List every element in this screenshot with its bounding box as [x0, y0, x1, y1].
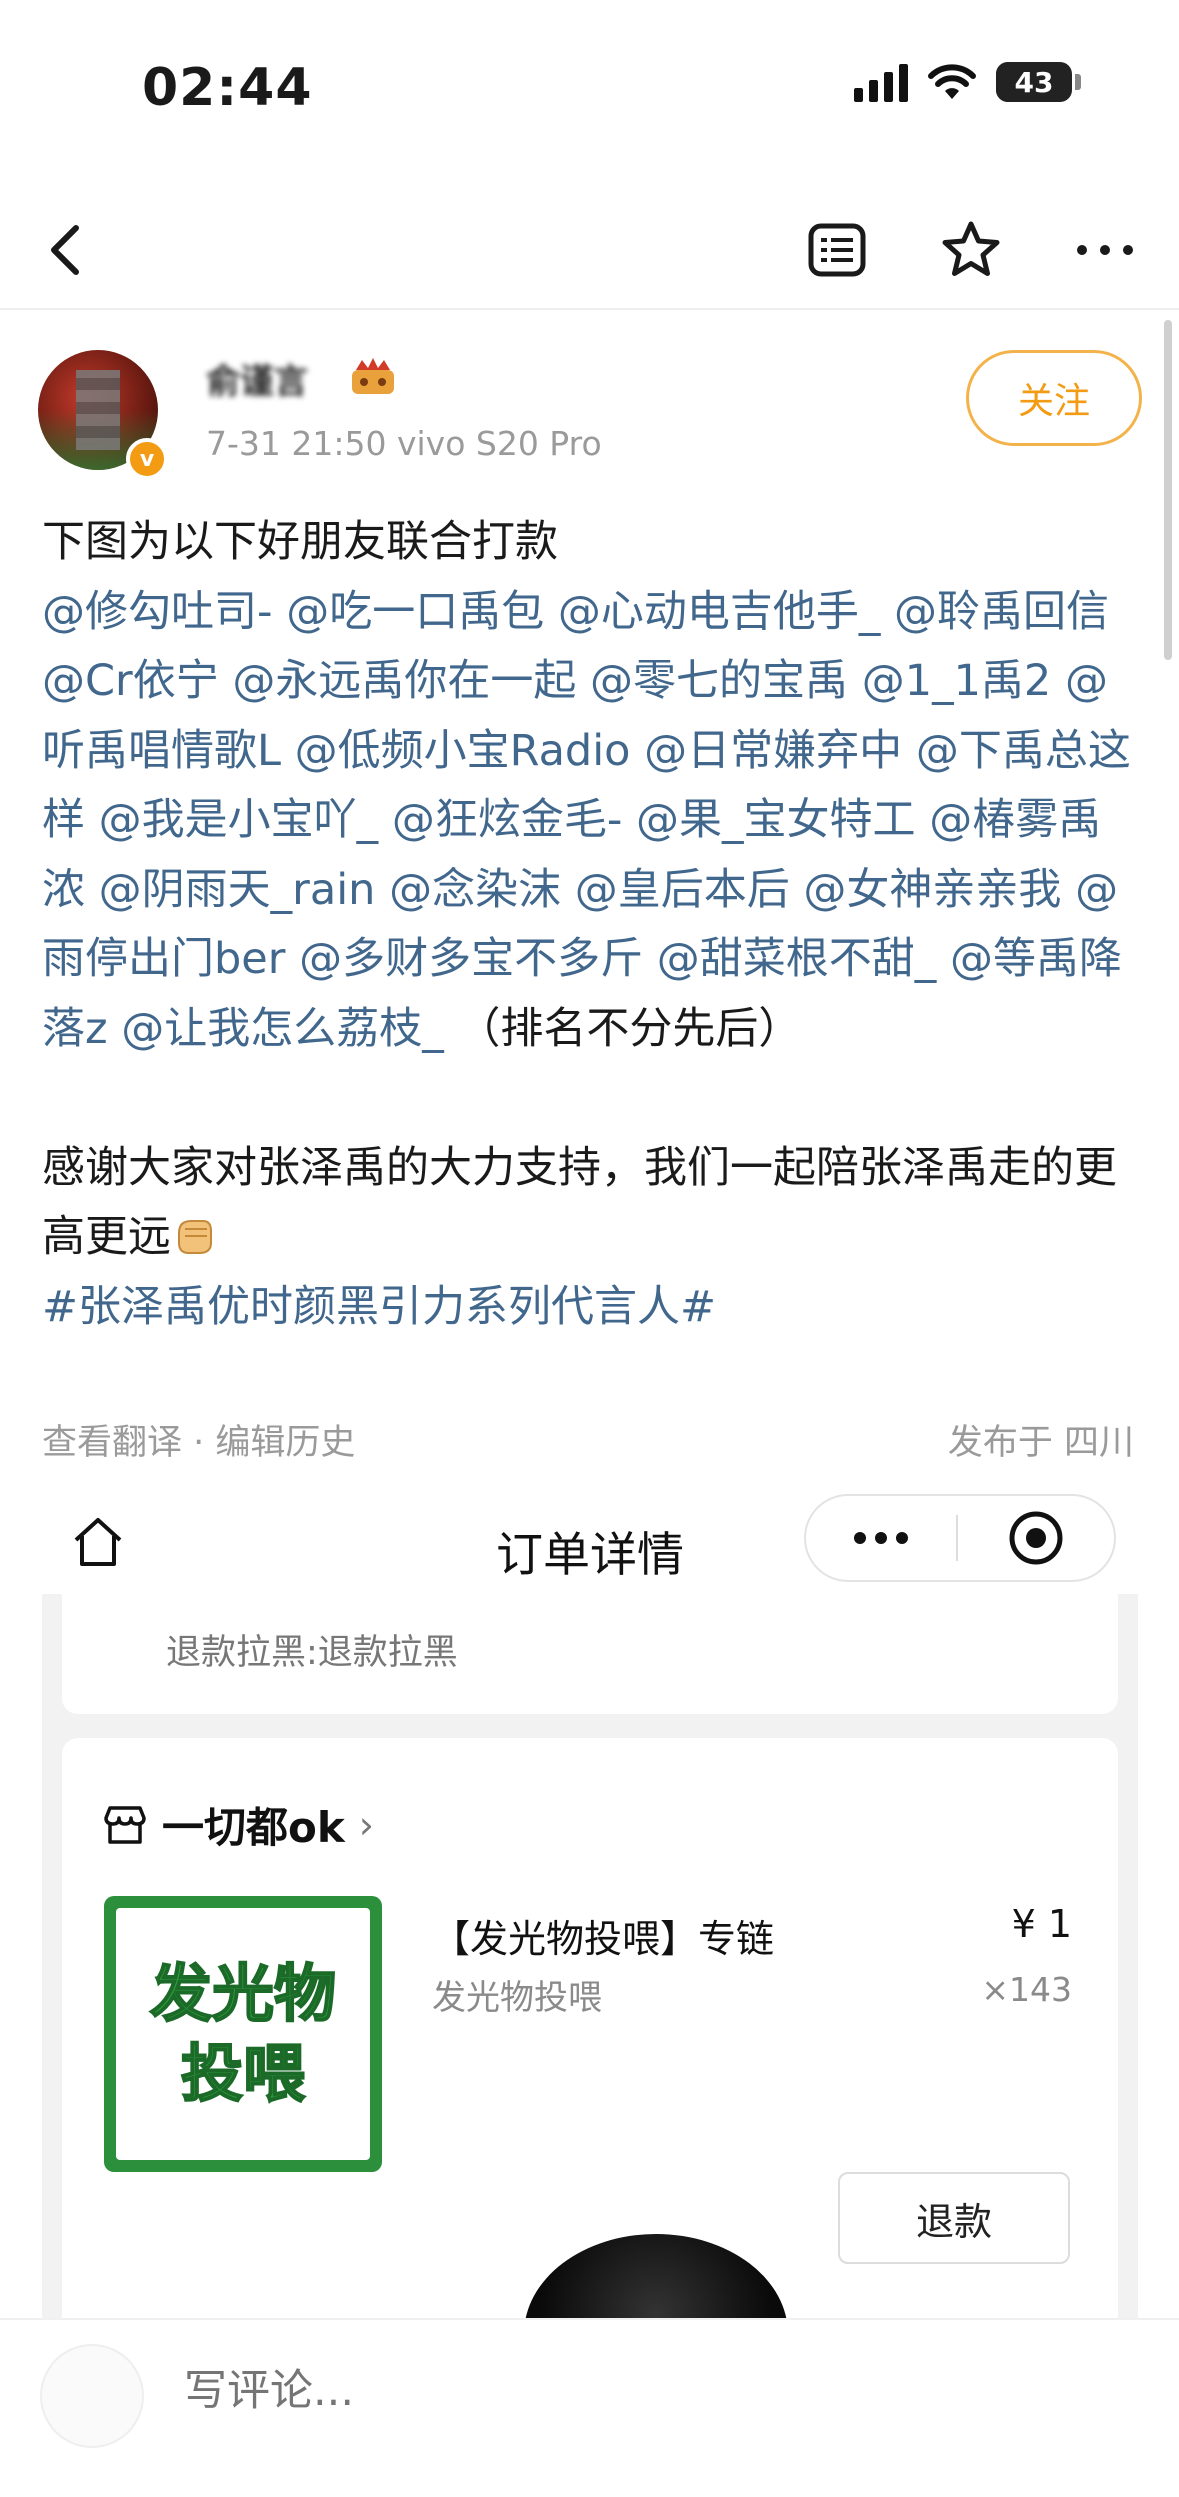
fist-emoji-icon	[178, 1220, 212, 1254]
refund-blacklist-text: 退款拉黑:退款拉黑	[166, 1633, 458, 1673]
ranking-note: （排名不分先后）	[457, 1003, 802, 1054]
mention-link[interactable]: @我是小宝吖_	[99, 795, 379, 845]
shop-row: 一切都ok ›	[102, 1794, 374, 1855]
order-item-card: 一切都ok › 发光物 投喂 【发光物投喂】专链 发光物投喂 ¥ 1 ×143 …	[62, 1738, 1118, 2324]
product-image: 发光物 投喂	[104, 1896, 382, 2172]
mention-link[interactable]: @皇后本后	[575, 865, 790, 915]
mention-link[interactable]: @狂炫金毛-	[392, 795, 623, 845]
post-image[interactable]: 订单详情 退款拉黑:退款拉黑 一切都ok › 发光物 投喂 【发光物投喂】专链 …	[42, 1494, 1138, 2324]
product-title: 【发光物投喂】专链	[432, 1917, 775, 1961]
more-dots-icon	[1077, 245, 1133, 255]
post-intro: 下图为以下好朋友联合打款	[42, 517, 558, 567]
verified-badge-icon: v	[126, 438, 168, 480]
post-footer: 查看翻译 · 编辑历史 发布于 四川	[42, 1414, 1134, 1465]
mention-link[interactable]: @多财多宝不多斤	[299, 934, 643, 984]
comment-input[interactable]	[184, 2366, 984, 2416]
mention-link[interactable]: @低频小宝Radio	[295, 726, 631, 776]
document-list-icon	[808, 223, 866, 277]
username[interactable]: 俞谨言	[206, 354, 308, 403]
topic-link[interactable]: #张泽禹优时颜黑引力系列代言人#	[42, 1282, 716, 1332]
scrollbar[interactable]	[1164, 320, 1172, 660]
post-content: 下图为以下好朋友联合打款 @修勾吐司- @吃一口禹包 @心动电吉他手_ @聆禹回…	[42, 508, 1142, 1342]
product-image-text-2: 投喂	[180, 2036, 306, 2111]
translate-history-links[interactable]: 查看翻译 · 编辑历史	[42, 1414, 355, 1465]
star-icon	[942, 221, 1000, 276]
mention-link[interactable]: @甜菜根不甜_	[657, 934, 937, 984]
close-target-icon	[958, 1509, 1114, 1567]
mention-link[interactable]: @Cr依宁	[42, 656, 219, 706]
battery-icon: 43	[996, 62, 1072, 102]
mention-link[interactable]: @聆禹回信	[894, 587, 1109, 637]
mention-link[interactable]: @让我怎么荔枝_	[121, 1004, 444, 1054]
product-quantity: ×143	[981, 1970, 1072, 2009]
mini-program-capsule	[804, 1494, 1116, 1582]
post-header: v 俞谨言 7-31 21:50 vivo S20 Pro 关注	[38, 350, 1142, 480]
chevron-right-icon: ›	[358, 1802, 374, 1847]
refund-button: 退款	[838, 2172, 1070, 2264]
follow-button[interactable]: 关注	[966, 350, 1142, 446]
mention-link[interactable]: @阴雨天_rain	[99, 865, 376, 915]
status-bar: 02:44 43	[0, 0, 1179, 170]
wifi-icon	[928, 64, 976, 99]
order-info-card: 退款拉黑:退款拉黑	[62, 1594, 1118, 1714]
product-image-text-1: 发光物	[149, 1956, 337, 2031]
favorite-button[interactable]	[937, 216, 1005, 284]
comment-avatar	[40, 2344, 144, 2448]
mention-link[interactable]: @日常嫌弃中	[644, 726, 902, 776]
chevron-left-icon	[51, 225, 79, 275]
shop-name: 一切都ok	[162, 1803, 345, 1852]
mention-link[interactable]: @1_1禹2	[862, 656, 1052, 706]
more-dots-icon	[806, 1532, 956, 1544]
product-subtitle: 发光物投喂	[432, 1978, 602, 2018]
product-price: ¥ 1	[1011, 1902, 1072, 1946]
back-button[interactable]	[34, 216, 102, 284]
top-nav-bar	[0, 190, 1179, 310]
battery-level-text: 43	[1014, 65, 1054, 99]
cellular-signal-icon	[854, 62, 908, 102]
mention-link[interactable]: @女神亲亲我	[803, 865, 1061, 915]
mention-link[interactable]: @吃一口禹包	[286, 587, 544, 637]
embed-header: 订单详情	[42, 1494, 1138, 1594]
crown-emoji-icon	[352, 358, 394, 394]
reader-mode-button[interactable]	[803, 216, 871, 284]
mention-link[interactable]: @修勾吐司-	[42, 587, 273, 637]
mention-link[interactable]: @心动电吉他手_	[558, 587, 881, 637]
status-icons: 43	[854, 62, 1081, 102]
mention-link[interactable]: @零七的宝禹	[590, 656, 848, 706]
post-meta: 7-31 21:50 vivo S20 Pro	[206, 424, 602, 463]
mention-list: @修勾吐司- @吃一口禹包 @心动电吉他手_ @聆禹回信 @Cr依宁 @永远禹你…	[42, 587, 1131, 1054]
more-button[interactable]	[1071, 216, 1139, 284]
post-location: 发布于 四川	[947, 1423, 1134, 1463]
status-time: 02:44	[142, 58, 313, 118]
comment-bar	[0, 2318, 1179, 2497]
mention-link[interactable]: @永远禹你在一起	[232, 656, 576, 706]
mention-link[interactable]: @果_宝女特工	[636, 795, 916, 845]
shop-icon	[104, 1805, 146, 1844]
mention-link[interactable]: @念染沫	[389, 865, 561, 915]
